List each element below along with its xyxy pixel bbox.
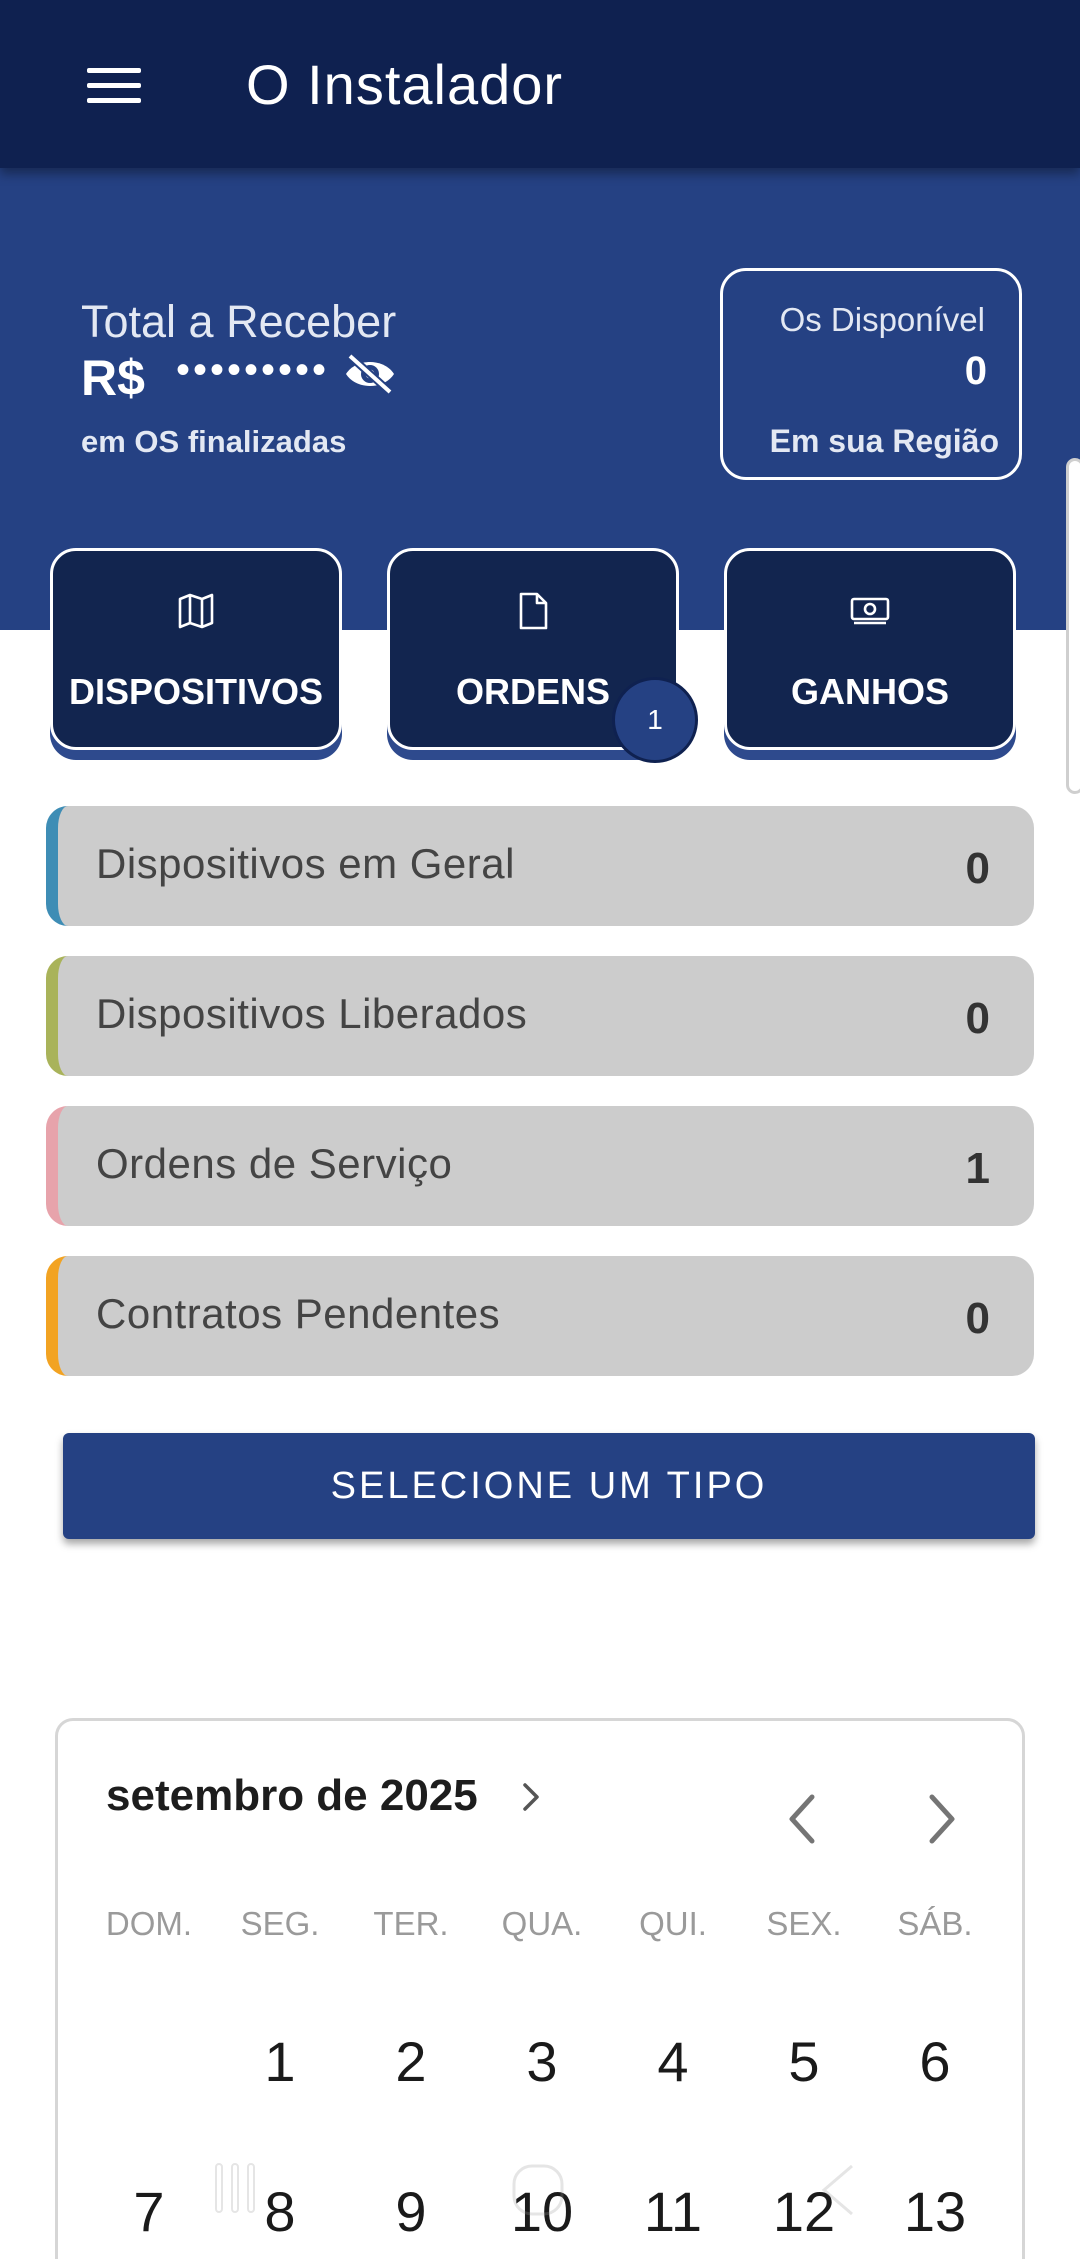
tile-ganhos[interactable]: GANHOS [724,548,1016,750]
stat-dispositivos-liberados[interactable]: Dispositivos Liberados 0 [46,956,1034,1076]
currency-symbol: R$ [81,350,145,406]
eye-off-icon [346,353,394,395]
total-subtitle: em OS finalizadas [81,424,347,459]
chevron-right-icon[interactable] [516,1779,546,1815]
stat-contratos-pendentes[interactable]: Contratos Pendentes 0 [46,1256,1034,1376]
toggle-visibility-button[interactable] [342,352,398,396]
stat-label: Ordens de Serviço [96,1140,453,1187]
os-region-label: Em sua Região [769,423,999,459]
back-icon[interactable] [812,2160,862,2220]
stat-value: 0 [965,844,990,893]
calendar-day[interactable]: 3 [477,2029,607,2094]
stat-dispositivos-geral[interactable]: Dispositivos em Geral 0 [46,806,1034,926]
tile-label: DISPOSITIVOS [68,671,324,712]
stat-label: Dispositivos Liberados [96,990,528,1037]
stat-label: Dispositivos em Geral [96,840,515,887]
tile-label: GANHOS [790,671,949,712]
calendar-day[interactable]: 6 [870,2029,1000,2094]
weekday-label: SÁB. [897,1905,973,1942]
os-available-card[interactable]: Os Disponível 0 Em sua Região [720,268,1022,480]
map-icon [178,593,214,629]
scrollbar[interactable] [1066,458,1080,794]
weekday-label: TER. [373,1905,449,1942]
previous-month-button[interactable] [778,1787,828,1851]
stat-value: 0 [965,994,990,1043]
total-label: Total a Receber [81,296,397,347]
menu-icon [87,68,141,104]
calendar-day[interactable]: 11 [608,2179,738,2244]
weekday-label: SEX. [766,1905,842,1942]
weekday-label: SEG. [240,1905,320,1942]
calendar-day[interactable]: 4 [608,2029,738,2094]
stat-value: 0 [965,1294,990,1343]
money-icon [850,597,890,625]
stat-value: 1 [965,1144,990,1193]
next-month-button[interactable] [916,1787,966,1851]
weekday-label: DOM. [105,1905,193,1942]
calendar-day[interactable]: 7 [84,2179,214,2244]
app-bar: O Instalador [0,0,1080,168]
tile-dispositivos[interactable]: DISPOSITIVOS [50,548,342,750]
app-screen: O Instalador Total a Receber R$ ••••••••… [0,0,1080,2259]
document-icon [519,592,548,630]
app-title: O Instalador [246,53,564,116]
weekday-label: QUI. [639,1905,707,1942]
calendar-day[interactable]: 13 [870,2179,1000,2244]
calendar-month-label[interactable]: setembro de 2025 [106,1771,478,1821]
weekday-label: QUA. [501,1905,583,1942]
masked-balance: ••••••••• [176,348,330,392]
os-available-label: Os Disponível [779,301,985,338]
orders-count-badge: 1 [612,677,698,763]
menu-button[interactable] [70,50,158,122]
calendar-day[interactable]: 5 [739,2029,869,2094]
stat-ordens-servico[interactable]: Ordens de Serviço 1 [46,1106,1034,1226]
calendar-day[interactable]: 1 [215,2029,345,2094]
calendar-day[interactable]: 2 [346,2029,476,2094]
recent-apps-icon[interactable] [210,2160,260,2216]
stat-label: Contratos Pendentes [96,1290,501,1337]
home-icon[interactable] [508,2160,568,2220]
os-available-count: 0 [964,349,987,393]
calendar-day[interactable]: 9 [346,2179,476,2244]
select-type-button[interactable]: SELECIONE UM TIPO [63,1433,1035,1539]
